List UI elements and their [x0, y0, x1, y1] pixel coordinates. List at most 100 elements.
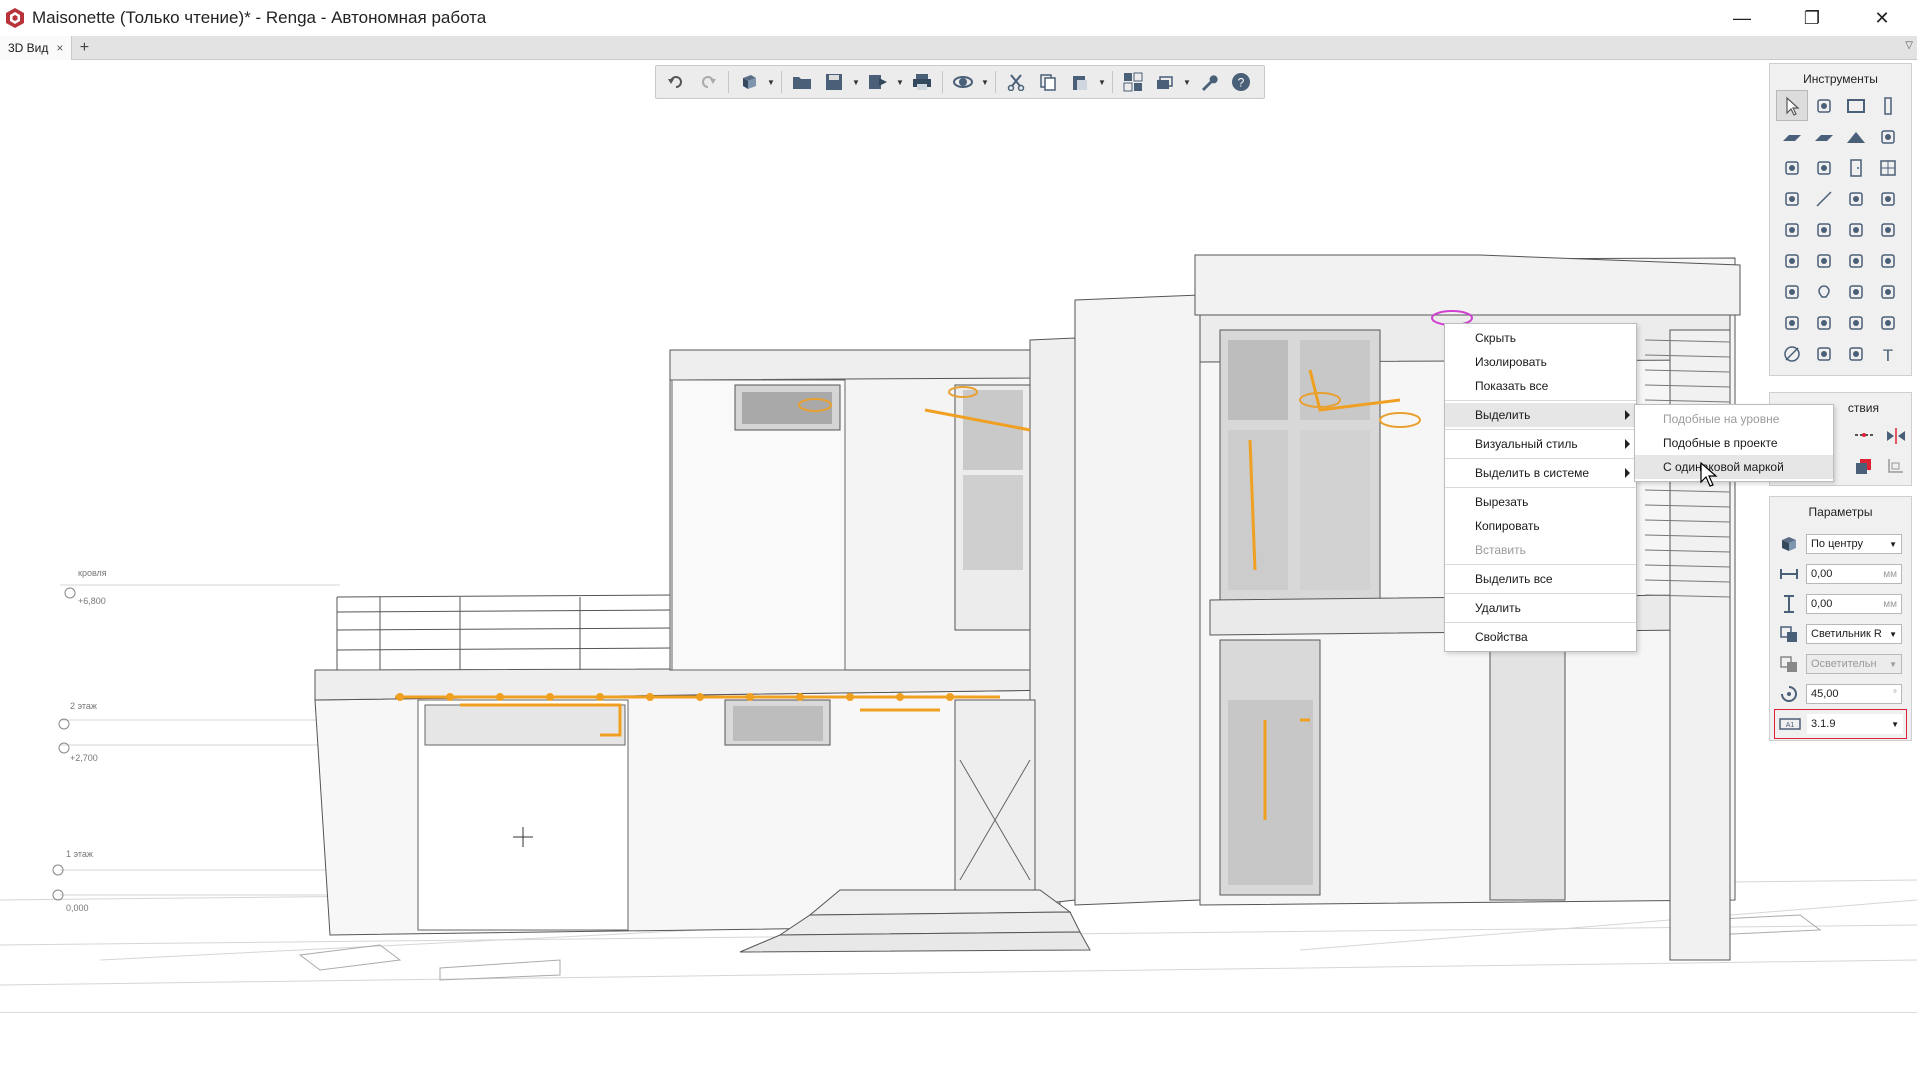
parameters-panel-title: Параметры: [1808, 505, 1873, 519]
context-menu-item[interactable]: Скрыть: [1445, 326, 1636, 350]
tool-duct[interactable]: [1872, 183, 1904, 214]
tool-switch[interactable]: [1840, 276, 1872, 307]
context-menu-item[interactable]: Выделить все: [1445, 567, 1636, 591]
3d-view-icon: [743, 75, 756, 89]
context-menu-item[interactable]: Визуальный стиль: [1445, 432, 1636, 456]
tool-fitting[interactable]: [1872, 214, 1904, 245]
tab-3d-view[interactable]: 3D Вид ×: [0, 36, 73, 60]
placement-value: По центру: [1811, 538, 1863, 550]
tool-door[interactable]: [1840, 152, 1872, 183]
chevron-down-icon[interactable]: ▼: [1098, 78, 1106, 87]
context-menu-item[interactable]: Удалить: [1445, 596, 1636, 620]
tool-slab[interactable]: [1808, 121, 1840, 152]
tool-socket[interactable]: [1872, 276, 1904, 307]
tool-level[interactable]: [1808, 90, 1840, 121]
tool-beam[interactable]: [1872, 121, 1904, 152]
param-row-placement: По центру ▼: [1770, 529, 1911, 559]
tool-mechanical[interactable]: [1776, 276, 1808, 307]
tool-room[interactable]: [1840, 90, 1872, 121]
tool-roof[interactable]: [1840, 121, 1872, 152]
tool-junction[interactable]: [1808, 307, 1840, 338]
chevron-down-icon[interactable]: ▼: [852, 78, 860, 87]
pipe-accessory-icon: [1785, 253, 1799, 268]
beam-icon: [1881, 129, 1895, 144]
paste-button[interactable]: [1066, 69, 1094, 95]
context-menu-item[interactable]: Выделить в системе: [1445, 461, 1636, 485]
tool-line[interactable]: [1808, 183, 1840, 214]
export-button[interactable]: [864, 69, 892, 95]
tool-dimension[interactable]: [1776, 338, 1808, 369]
tool-equipment[interactable]: [1776, 214, 1808, 245]
tool-valve[interactable]: [1840, 214, 1872, 245]
grid-view-button[interactable]: [1119, 69, 1147, 95]
tool-column[interactable]: [1872, 90, 1904, 121]
rotation-input[interactable]: 45,00 °: [1806, 684, 1902, 704]
context-menu-item[interactable]: Копировать: [1445, 514, 1636, 538]
tool-panel[interactable]: [1776, 307, 1808, 338]
save-button[interactable]: [820, 69, 848, 95]
stair-icon: [1785, 160, 1799, 175]
offset-z-input[interactable]: 0,00 мм: [1806, 594, 1902, 614]
minimize-button[interactable]: —: [1707, 0, 1777, 36]
layers-button[interactable]: [1151, 69, 1179, 95]
style-select[interactable]: Светильник R ▼: [1806, 624, 1902, 644]
context-menu-item-label: Копировать: [1475, 519, 1540, 533]
select-cursor-icon: [1786, 96, 1800, 116]
undo-button[interactable]: [662, 69, 690, 95]
tool-conduit[interactable]: [1872, 307, 1904, 338]
context-menu-item[interactable]: Свойства: [1445, 625, 1636, 649]
context-menu-item[interactable]: Изолировать: [1445, 350, 1636, 374]
tool-cable-tray[interactable]: [1840, 307, 1872, 338]
tool-elevation-mark[interactable]: [1808, 338, 1840, 369]
chevron-down-icon[interactable]: ▼: [1183, 78, 1191, 87]
print-button[interactable]: [908, 69, 936, 95]
context-menu-item[interactable]: Показать все: [1445, 374, 1636, 398]
open-button[interactable]: [788, 69, 816, 95]
tool-plumbing[interactable]: [1840, 183, 1872, 214]
tab-list-dropdown-icon[interactable]: ▽: [1905, 40, 1913, 51]
tab-close-icon[interactable]: ×: [56, 41, 63, 55]
color-swatch-icon[interactable]: [1853, 457, 1875, 475]
copy-button[interactable]: [1034, 69, 1062, 95]
tool-pump[interactable]: [1808, 245, 1840, 276]
tool-text[interactable]: T: [1872, 338, 1904, 369]
tool-pipe-accessory[interactable]: [1776, 245, 1808, 276]
dotted-line-icon[interactable]: [1853, 427, 1875, 443]
offset-x-input[interactable]: 0,00 мм: [1806, 564, 1902, 584]
help-button[interactable]: ?: [1227, 69, 1255, 95]
style-icon: [1776, 623, 1802, 645]
3d-view-button[interactable]: [735, 69, 763, 95]
orbit-button[interactable]: [949, 69, 977, 95]
settings-button[interactable]: [1195, 69, 1223, 95]
mirror-icon[interactable]: [1885, 427, 1907, 445]
tool-duct-fitting[interactable]: [1872, 245, 1904, 276]
close-button[interactable]: ✕: [1847, 0, 1917, 36]
mark-select[interactable]: 3.1.9 ▼: [1807, 714, 1903, 734]
submenu-item[interactable]: С одинаковой маркой: [1635, 455, 1833, 479]
chevron-down-icon[interactable]: ▼: [981, 78, 989, 87]
tool-window[interactable]: [1872, 152, 1904, 183]
tool-stair[interactable]: [1776, 152, 1808, 183]
maximize-button[interactable]: ❐: [1777, 0, 1847, 36]
align-icon[interactable]: [1885, 457, 1907, 475]
fitting-icon: [1881, 222, 1895, 237]
tool-hatch[interactable]: [1840, 338, 1872, 369]
tool-boiler[interactable]: [1808, 214, 1840, 245]
tool-wall[interactable]: [1776, 121, 1808, 152]
save-icon: [826, 74, 842, 90]
add-tab-button[interactable]: +: [72, 36, 96, 59]
context-menu-item[interactable]: Вырезать: [1445, 490, 1636, 514]
context-menu-item-label: Выделить в системе: [1475, 466, 1590, 480]
chevron-down-icon[interactable]: ▼: [767, 78, 775, 87]
placement-select[interactable]: По центру ▼: [1806, 534, 1902, 554]
context-menu-item[interactable]: Выделить: [1445, 403, 1636, 427]
tool-select-cursor[interactable]: [1776, 90, 1808, 121]
tool-ramp[interactable]: [1808, 152, 1840, 183]
submenu-item[interactable]: Подобные в проекте: [1635, 431, 1833, 455]
tool-railing[interactable]: [1776, 183, 1808, 214]
redo-button[interactable]: [694, 69, 722, 95]
tool-radiator[interactable]: [1840, 245, 1872, 276]
tool-light-fixture[interactable]: [1808, 276, 1840, 307]
cut-button[interactable]: [1002, 69, 1030, 95]
chevron-down-icon[interactable]: ▼: [896, 78, 904, 87]
